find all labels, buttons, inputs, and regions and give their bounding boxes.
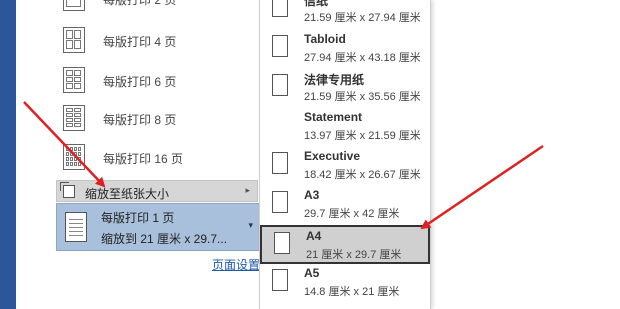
paper-size-submenu: 信纸 21.59 厘米 x 27.94 厘米 Tabloid 27.94 厘米 x 4… xyxy=(259,0,431,309)
dropdown-caret-icon[interactable]: ▾ xyxy=(248,220,253,231)
scale-to-paper-label: 缩放至纸张大小 xyxy=(85,187,170,201)
page-grid-icon xyxy=(63,144,85,170)
page-grid-icon xyxy=(63,0,85,11)
pages-per-sheet-label: 每版打印 16 页 xyxy=(103,152,184,166)
page-grid-icon xyxy=(63,27,85,53)
paper-size-dimensions: 29.7 厘米 x 42 厘米 xyxy=(304,208,400,220)
paper-page-icon xyxy=(272,152,288,174)
pages-per-sheet-item[interactable]: 每版打印 6 页 xyxy=(56,63,260,101)
dropdown-scale-summary: 缩放到 21 厘米 x 29.7... xyxy=(101,232,228,246)
pages-per-sheet-dropdown[interactable]: 每版打印 1 页 缩放到 21 厘米 x 29.7... ▾ xyxy=(56,203,260,251)
paper-size-dimensions: 21.59 厘米 x 27.94 厘米 xyxy=(304,12,421,24)
paper-size-item[interactable]: 法律专用纸 21.59 厘米 x 35.56 厘米 xyxy=(260,69,430,108)
dropdown-selected-value: 每版打印 1 页 xyxy=(101,211,175,225)
paper-size-name: 信纸 xyxy=(304,0,329,8)
pages-per-sheet-label: 每版打印 6 页 xyxy=(103,75,177,89)
pages-per-sheet-item[interactable]: 每版打印 8 页 xyxy=(56,101,260,139)
pages-per-sheet-item[interactable]: 每版打印 4 页 xyxy=(56,23,260,61)
paper-size-dimensions: 27.94 厘米 x 43.18 厘米 xyxy=(304,52,421,64)
paper-size-name: A4 xyxy=(306,229,322,243)
paper-page-icon xyxy=(274,232,290,254)
paper-page-icon xyxy=(272,35,288,57)
paper-size-name: A3 xyxy=(304,188,320,202)
pages-per-sheet-menu: 每版打印 2 页每版打印 4 页每版打印 6 页每版打印 8 页每版打印 16 … xyxy=(56,0,260,182)
paper-size-item[interactable]: 信纸 21.59 厘米 x 27.94 厘米 xyxy=(260,0,430,29)
paper-page-icon xyxy=(272,191,288,213)
paper-page-icon xyxy=(272,0,288,17)
pages-per-sheet-label: 每版打印 2 页 xyxy=(103,0,177,7)
paper-size-name: Executive xyxy=(304,149,361,163)
paper-size-name: 法律专用纸 xyxy=(304,73,365,87)
paper-size-dimensions: 21.59 厘米 x 35.56 厘米 xyxy=(304,91,421,103)
paper-size-item[interactable]: A3 29.7 厘米 x 42 厘米 xyxy=(260,186,430,225)
app-sidebar xyxy=(0,0,16,309)
pages-per-sheet-label: 每版打印 4 页 xyxy=(103,35,177,49)
paper-page-icon xyxy=(272,74,288,96)
pages-per-sheet-item[interactable]: 每版打印 2 页 xyxy=(56,0,260,19)
paper-size-item[interactable]: A5 14.8 厘米 x 21 厘米 xyxy=(260,264,430,303)
paper-size-dimensions: 13.97 厘米 x 21.59 厘米 xyxy=(304,130,421,142)
paper-size-dimensions: 18.42 厘米 x 26.67 厘米 xyxy=(304,169,421,181)
pages-per-sheet-label: 每版打印 8 页 xyxy=(103,113,177,127)
page-grid-icon xyxy=(63,67,85,93)
paper-size-item[interactable]: Executive 18.42 厘米 x 26.67 厘米 xyxy=(260,147,430,186)
scale-to-paper-size-item[interactable]: 缩放至纸张大小 ▸ xyxy=(56,180,258,202)
paper-size-name: Tabloid xyxy=(304,32,346,46)
scale-to-paper-icon xyxy=(60,182,75,198)
paper-size-name: Statement xyxy=(304,110,363,124)
paper-page-icon xyxy=(272,269,288,291)
submenu-arrow-icon: ▸ xyxy=(245,185,250,195)
single-page-icon xyxy=(65,212,87,242)
pages-per-sheet-item[interactable]: 每版打印 16 页 xyxy=(56,140,260,178)
paper-size-item[interactable]: Tabloid 27.94 厘米 x 43.18 厘米 xyxy=(260,30,430,69)
paper-size-dimensions: 14.8 厘米 x 21 厘米 xyxy=(304,286,400,298)
paper-size-name: A5 xyxy=(304,266,320,280)
page-grid-icon xyxy=(63,105,85,131)
paper-size-item[interactable]: A4 21 厘米 x 29.7 厘米 xyxy=(260,225,430,264)
paper-size-item[interactable]: Statement 13.97 厘米 x 21.59 厘米 xyxy=(260,108,430,147)
page-setup-link[interactable]: 页面设置 xyxy=(212,256,260,273)
paper-size-dimensions: 21 厘米 x 29.7 厘米 xyxy=(306,249,402,261)
